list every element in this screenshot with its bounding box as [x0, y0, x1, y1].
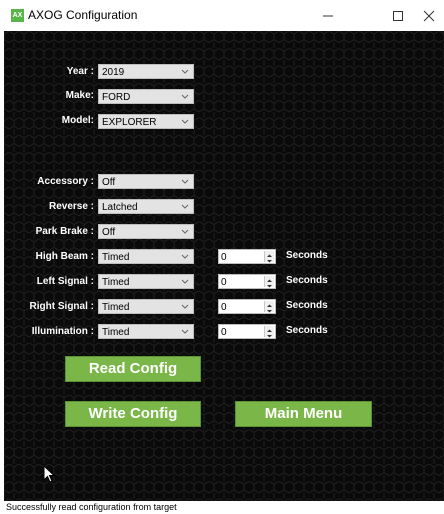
app-window: AX AXOG Configuration Year : 2019 Make: …: [0, 0, 444, 514]
chevron-down-icon: [181, 254, 189, 259]
main-menu-button[interactable]: Main Menu: [235, 401, 372, 427]
left-signal-unit: Seconds: [286, 275, 328, 286]
chevron-down-icon: [181, 279, 189, 284]
park-brake-dropdown[interactable]: Off: [98, 224, 194, 239]
reverse-dropdown[interactable]: Latched: [98, 199, 194, 214]
left-signal-seconds-stepper[interactable]: 0: [218, 274, 276, 289]
year-value: 2019: [102, 67, 125, 78]
reverse-label: Reverse :: [48, 201, 94, 212]
model-label: Model:: [61, 115, 94, 126]
spin-arrows-icon[interactable]: [264, 251, 274, 263]
window-title: AXOG Configuration: [28, 8, 138, 22]
title-bar[interactable]: AX AXOG Configuration: [0, 0, 444, 31]
chevron-down-icon: [181, 179, 189, 184]
high-beam-label: High Beam :: [35, 251, 94, 262]
status-bar: Successfully read configuration from tar…: [4, 501, 444, 514]
high-beam-value: Timed: [102, 252, 130, 263]
accessory-label: Accessory :: [37, 176, 94, 187]
high-beam-seconds-value: 0: [221, 252, 227, 263]
read-config-button[interactable]: Read Config: [65, 356, 201, 382]
model-dropdown[interactable]: EXPLORER: [98, 114, 194, 129]
chevron-down-icon: [181, 119, 189, 124]
make-dropdown[interactable]: FORD: [98, 89, 194, 104]
left-signal-dropdown[interactable]: Timed: [98, 274, 194, 289]
right-signal-unit: Seconds: [286, 300, 328, 311]
park-brake-label: Park Brake :: [35, 226, 94, 237]
chevron-down-icon: [181, 69, 189, 74]
right-signal-seconds-stepper[interactable]: 0: [218, 299, 276, 314]
illumination-unit: Seconds: [286, 325, 328, 336]
model-value: EXPLORER: [102, 117, 157, 128]
high-beam-dropdown[interactable]: Timed: [98, 249, 194, 264]
illumination-seconds-value: 0: [221, 327, 227, 338]
app-logo-icon: AX: [11, 9, 24, 22]
spin-arrows-icon[interactable]: [264, 326, 274, 338]
client-area: Year : 2019 Make: FORD Model: EXPLORER A…: [4, 31, 444, 514]
chevron-down-icon: [181, 94, 189, 99]
year-dropdown[interactable]: 2019: [98, 64, 194, 79]
high-beam-unit: Seconds: [286, 250, 328, 261]
chevron-down-icon: [181, 329, 189, 334]
close-icon: [423, 10, 435, 22]
high-beam-seconds-stepper[interactable]: 0: [218, 249, 276, 264]
illumination-label: Illumination :: [31, 326, 94, 337]
minimize-button[interactable]: [311, 0, 345, 31]
left-signal-label: Left Signal :: [36, 276, 94, 287]
maximize-icon: [393, 11, 403, 21]
right-signal-dropdown[interactable]: Timed: [98, 299, 194, 314]
accessory-dropdown[interactable]: Off: [98, 174, 194, 189]
right-signal-label: Right Signal :: [29, 301, 94, 312]
hex-pattern-background: [4, 31, 444, 501]
illumination-value: Timed: [102, 327, 130, 338]
park-brake-value: Off: [102, 227, 116, 238]
left-signal-value: Timed: [102, 277, 130, 288]
illumination-seconds-stepper[interactable]: 0: [218, 324, 276, 339]
illumination-dropdown[interactable]: Timed: [98, 324, 194, 339]
year-label: Year :: [66, 66, 94, 77]
make-label: Make:: [65, 90, 94, 101]
chevron-down-icon: [181, 204, 189, 209]
minimize-icon: [323, 15, 333, 17]
right-signal-value: Timed: [102, 302, 130, 313]
spin-arrows-icon[interactable]: [264, 276, 274, 288]
chevron-down-icon: [181, 304, 189, 309]
chevron-down-icon: [181, 229, 189, 234]
spin-arrows-icon[interactable]: [264, 301, 274, 313]
make-value: FORD: [102, 92, 131, 103]
write-config-button[interactable]: Write Config: [65, 401, 201, 427]
right-signal-seconds-value: 0: [221, 302, 227, 313]
accessory-value: Off: [102, 177, 116, 188]
maximize-button[interactable]: [381, 0, 415, 31]
left-signal-seconds-value: 0: [221, 277, 227, 288]
status-text: Successfully read configuration from tar…: [6, 502, 177, 512]
reverse-value: Latched: [102, 202, 138, 213]
mouse-cursor-icon: [43, 465, 55, 483]
close-button[interactable]: [412, 0, 444, 31]
